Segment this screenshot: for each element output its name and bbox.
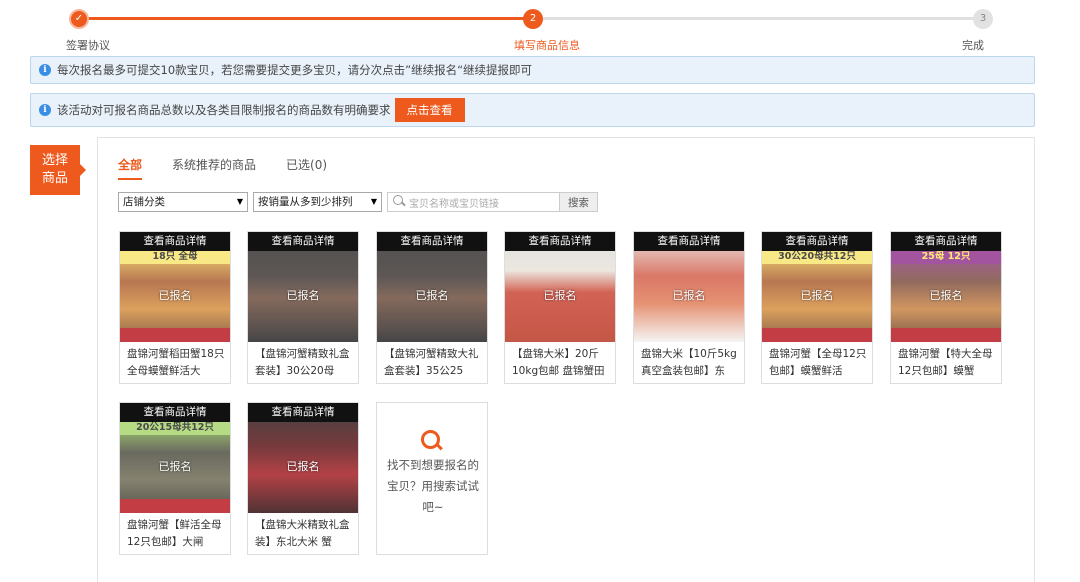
search-hint-card[interactable]: 找不到想要报名的宝贝？用搜索试试吧~	[376, 402, 488, 555]
progress-stepper: ✓ 2 3 签署协议 填写商品信息 完成	[0, 0, 1080, 54]
product-card[interactable]: 20公15母共12只 查看商品详情 已报名 盘锦河蟹【鲜活全母12只包邮】大闸	[119, 402, 231, 555]
view-details-button[interactable]: 点击查看	[394, 98, 465, 122]
view-product-details-link[interactable]: 查看商品详情	[891, 232, 1001, 251]
product-card[interactable]: 查看商品详情已报名盘锦大米【10斤5kg真空盒装包邮】东	[633, 231, 745, 384]
product-title[interactable]: 【盘锦大米精致礼盒装】东北大米 蟹	[255, 517, 353, 553]
registered-status-label: 已报名	[286, 289, 320, 302]
product-card[interactable]: 查看商品详情已报名【盘锦河蟹精致大礼盒套装】35公25	[376, 231, 488, 384]
page-root: ✓ 2 3 签署协议 填写商品信息 完成 i 每次报名最多可提交10款宝贝，若您…	[0, 0, 1080, 582]
product-title[interactable]: 盘锦河蟹【全母12只包邮】蟆蟹鲜活	[769, 346, 867, 382]
step-1-label: 签署协议	[66, 39, 110, 52]
product-thumbnail: 25母 12只 查看商品详情 已报名	[891, 232, 1001, 342]
info-icon: i	[39, 104, 51, 116]
side-tag-line-2: 商品	[41, 171, 68, 186]
registered-status-label: 已报名	[929, 289, 963, 302]
registered-status-label: 已报名	[415, 289, 449, 302]
step-3-label: 完成	[962, 39, 984, 52]
product-card[interactable]: 查看商品详情已报名【盘锦大米】20斤10kg包邮 盘锦蟹田	[504, 231, 616, 384]
sort-select[interactable]: 按销量从多到少排列 ▼	[253, 192, 382, 212]
step-3-marker: 3	[973, 9, 993, 29]
tab-all[interactable]: 全部	[118, 156, 143, 180]
product-tabs: 全部 系统推荐的商品 已选(0)	[118, 156, 357, 180]
view-product-details-link[interactable]: 查看商品详情	[248, 232, 358, 251]
registered-status-label: 已报名	[543, 289, 577, 302]
view-product-details-link[interactable]: 查看商品详情	[377, 232, 487, 251]
step-2-marker: 2	[523, 9, 543, 29]
search-hint-text: 找不到想要报名的宝贝？用搜索试试吧~	[387, 458, 479, 514]
product-thumbnail: 18只 全母 查看商品详情 已报名	[120, 232, 230, 342]
view-product-details-link[interactable]: 查看商品详情	[762, 232, 872, 251]
notice-text: 每次报名最多可提交10款宝贝，若您需要提交更多宝贝，请分次点击”继续报名“继续提…	[57, 63, 533, 77]
notice-category-limit: i 该活动对可报名商品总数以及各类目限制报名的商品数有明确要求 点击查看	[30, 93, 1035, 127]
search-placeholder: 宝贝名称或宝贝链接	[409, 198, 499, 210]
product-title[interactable]: 盘锦河蟹稻田蟹18只全母蟆蟹鲜活大	[127, 346, 225, 382]
product-card[interactable]: 查看商品详情已报名【盘锦大米精致礼盒装】东北大米 蟹	[247, 402, 359, 555]
select-products-tag: 选择 商品	[30, 145, 86, 195]
info-icon: i	[39, 64, 51, 76]
caret-down-icon: ▼	[236, 197, 243, 206]
step-2-label: 填写商品信息	[514, 39, 580, 52]
filter-bar: 店铺分类 ▼ 按销量从多到少排列 ▼ 宝贝名称或宝贝链接 搜索	[118, 192, 598, 212]
registered-status-label: 已报名	[158, 289, 192, 302]
search-button[interactable]: 搜索	[560, 192, 598, 212]
registered-status-label: 已报名	[672, 289, 706, 302]
product-title[interactable]: 盘锦大米【10斤5kg真空盒装包邮】东	[641, 346, 739, 382]
product-thumbnail: 30公20母共12只 查看商品详情 已报名	[762, 232, 872, 342]
category-select[interactable]: 店铺分类 ▼	[118, 192, 248, 212]
stepper-track-completed	[79, 17, 533, 20]
view-product-details-link[interactable]: 查看商品详情	[120, 403, 230, 422]
registered-status-label: 已报名	[158, 460, 192, 473]
sort-select-value: 按销量从多到少排列	[258, 196, 353, 208]
product-card[interactable]: 25母 12只 查看商品详情 已报名 盘锦河蟹【特大全母12只包邮】蟆蟹	[890, 231, 1002, 384]
notice-submission-limit: i 每次报名最多可提交10款宝贝，若您需要提交更多宝贝，请分次点击”继续报名“继…	[30, 56, 1035, 84]
view-product-details-link[interactable]: 查看商品详情	[634, 232, 744, 251]
product-title[interactable]: 【盘锦河蟹精致大礼盒套装】35公25	[384, 346, 482, 382]
side-tag-line-1: 选择	[41, 153, 68, 168]
registered-status-label: 已报名	[286, 460, 320, 473]
view-product-details-link[interactable]: 查看商品详情	[120, 232, 230, 251]
view-product-details-link[interactable]: 查看商品详情	[248, 403, 358, 422]
product-thumbnail: 查看商品详情 已报名	[634, 232, 744, 342]
product-title[interactable]: 盘锦河蟹【鲜活全母12只包邮】大闸	[127, 517, 225, 553]
tab-recommended[interactable]: 系统推荐的商品	[172, 156, 256, 180]
step-1-check-icon: ✓	[69, 9, 89, 29]
caret-down-icon: ▼	[370, 197, 377, 206]
view-product-details-link[interactable]: 查看商品详情	[505, 232, 615, 251]
category-select-value: 店铺分类	[123, 196, 165, 208]
notice-text: 该活动对可报名商品总数以及各类目限制报名的商品数有明确要求	[57, 103, 391, 117]
product-title[interactable]: 【盘锦大米】20斤10kg包邮 盘锦蟹田	[512, 346, 610, 382]
product-card[interactable]: 18只 全母 查看商品详情 已报名 盘锦河蟹稻田蟹18只全母蟆蟹鲜活大	[119, 231, 231, 384]
product-title[interactable]: 【盘锦河蟹精致礼盒套装】30公20母	[255, 346, 353, 382]
product-thumbnail: 查看商品详情 已报名	[248, 403, 358, 513]
product-thumbnail: 20公15母共12只 查看商品详情 已报名	[120, 403, 230, 513]
product-card[interactable]: 30公20母共12只 查看商品详情 已报名 盘锦河蟹【全母12只包邮】蟆蟹鲜活	[761, 231, 873, 384]
product-thumbnail: 查看商品详情 已报名	[505, 232, 615, 342]
search-icon	[391, 194, 407, 210]
search-input[interactable]: 宝贝名称或宝贝链接	[387, 192, 560, 212]
stepper-track-pending	[533, 17, 983, 20]
product-card[interactable]: 查看商品详情已报名【盘锦河蟹精致礼盒套装】30公20母	[247, 231, 359, 384]
tab-selected[interactable]: 已选(0)	[286, 156, 327, 180]
registered-status-label: 已报名	[800, 289, 834, 302]
product-title[interactable]: 盘锦河蟹【特大全母12只包邮】蟆蟹	[898, 346, 996, 382]
product-thumbnail: 查看商品详情 已报名	[248, 232, 358, 342]
search-icon	[421, 430, 443, 452]
product-thumbnail: 查看商品详情 已报名	[377, 232, 487, 342]
